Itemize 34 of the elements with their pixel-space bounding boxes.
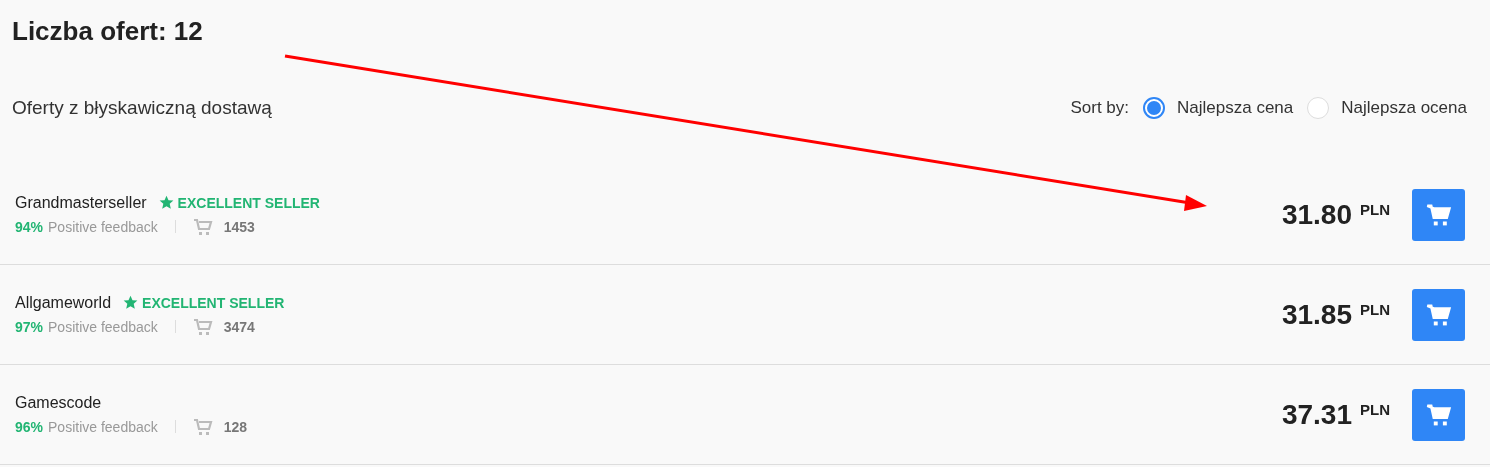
price: 31.85 (1281, 298, 1352, 331)
radio-button[interactable] (1143, 96, 1166, 119)
currency: PLN (1360, 400, 1390, 418)
cart-icon (1425, 402, 1452, 427)
section-title: Oferty z błyskawiczną dostawą (12, 96, 272, 119)
seller-name[interactable]: Grandmasterseller (15, 193, 147, 212)
offer-count-heading: Liczba ofert: 12 (11, 15, 204, 48)
add-to-cart-button[interactable] (1412, 288, 1465, 341)
excellent-seller-label: EXCELLENT SELLER (177, 194, 320, 211)
feedback-label: Positive feedback (48, 318, 158, 335)
feedback-percent: 97% (15, 318, 44, 335)
star-icon (158, 195, 174, 210)
feedback-percent: 94% (15, 218, 44, 235)
cart-icon (1425, 302, 1452, 327)
currency: PLN (1360, 300, 1390, 318)
price: 31.80 (1281, 198, 1352, 231)
sort-label: Sort by: (1070, 97, 1130, 118)
feedback-label: Positive feedback (48, 218, 158, 235)
excellent-seller-label: EXCELLENT SELLER (142, 294, 285, 311)
currency: PLN (1360, 200, 1390, 218)
sort-option[interactable]: Najlepsza ocena (1307, 96, 1467, 119)
star-icon (123, 295, 139, 310)
add-to-cart-button[interactable] (1412, 388, 1465, 441)
price: 37.31 (1281, 398, 1352, 431)
sort-option[interactable]: Najlepsza cena (1143, 96, 1294, 119)
sales-count: 128 (223, 418, 248, 435)
add-to-cart-button[interactable] (1412, 188, 1465, 241)
seller-name[interactable]: Allgameworld (15, 293, 112, 312)
seller-name[interactable]: Gamescode (15, 393, 102, 412)
cart-icon (1425, 202, 1452, 227)
feedback-label: Positive feedback (48, 418, 158, 435)
sales-count: 3474 (223, 318, 255, 335)
sales-count: 1453 (223, 218, 255, 235)
feedback-percent: 96% (15, 418, 44, 435)
